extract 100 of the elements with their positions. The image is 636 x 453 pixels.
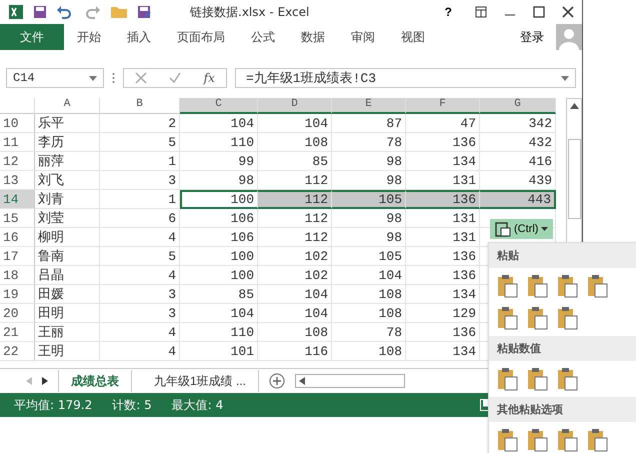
scroll-up-icon[interactable] <box>570 103 578 109</box>
more-options-icon[interactable] <box>112 72 115 84</box>
ribbon-tab[interactable]: 数据 <box>288 24 338 50</box>
clipboard-icon[interactable] <box>587 274 609 298</box>
status-text: 平均值: 179.2 <box>14 396 92 414</box>
table-cell: 3 <box>100 285 180 304</box>
table-cell: 104 <box>332 266 406 285</box>
maximize-icon[interactable] <box>533 6 545 18</box>
save-as-icon[interactable] <box>137 5 151 19</box>
table-cell: 106 <box>180 209 258 228</box>
sign-in-link[interactable]: 登录 <box>514 28 550 46</box>
clipboard-icon[interactable] <box>557 306 579 330</box>
row-header[interactable]: 21 <box>0 323 35 342</box>
caret-icon[interactable] <box>89 76 97 80</box>
clipboard-icon[interactable] <box>587 428 609 452</box>
table-cell: 1 <box>100 152 180 171</box>
table-cell: 85 <box>180 285 258 304</box>
clipboard-icon[interactable] <box>527 274 549 298</box>
row-header[interactable]: 15 <box>0 209 35 228</box>
row-header[interactable]: 14 <box>0 190 35 209</box>
table-cell: 104 <box>180 114 258 133</box>
ribbon-tab[interactable]: 插入 <box>114 24 164 50</box>
table-cell: 108 <box>332 342 406 361</box>
undo-icon[interactable] <box>56 5 74 19</box>
table-cell: 104 <box>258 114 332 133</box>
clipboard-icon[interactable] <box>497 306 519 330</box>
clipboard-icon[interactable] <box>497 428 519 452</box>
table-cell: 2 <box>100 114 180 133</box>
table-cell: 102 <box>258 266 332 285</box>
horizontal-scrollbar[interactable] <box>295 374 406 388</box>
save-icon[interactable] <box>33 5 47 19</box>
column-header[interactable]: G <box>480 98 556 114</box>
row-header[interactable]: 17 <box>0 247 35 266</box>
table-cell: 129 <box>406 304 480 323</box>
table-cell: 王丽 <box>35 323 100 342</box>
column-header[interactable]: E <box>332 98 406 114</box>
table-cell: 108 <box>258 323 332 342</box>
clipboard-icon[interactable] <box>527 428 549 452</box>
row-header[interactable]: 10 <box>0 114 35 133</box>
name-box[interactable]: C14 <box>6 68 104 88</box>
paste-options-button[interactable]: (Ctrl) <box>490 219 554 239</box>
column-header[interactable]: C <box>180 98 258 114</box>
table-cell: 丽萍 <box>35 152 100 171</box>
table-cell: 443 <box>480 190 556 209</box>
table-cell: 112 <box>258 190 332 209</box>
sheet-tab[interactable]: 成绩总表 <box>58 370 132 392</box>
table-cell: 432 <box>480 133 556 152</box>
table-cell: 田媛 <box>35 285 100 304</box>
table-cell: 136 <box>406 323 480 342</box>
clipboard-icon[interactable] <box>557 274 579 298</box>
column-header[interactable]: D <box>258 98 332 114</box>
caret-icon <box>541 227 548 231</box>
row-header[interactable]: 16 <box>0 228 35 247</box>
clipboard-icon[interactable] <box>497 274 519 298</box>
clipboard-icon[interactable] <box>557 367 579 391</box>
formula-field[interactable]: =九年级1班成绩表!C3 <box>235 68 576 88</box>
column-header[interactable]: F <box>406 98 480 114</box>
table-cell: 100 <box>180 190 258 209</box>
clipboard-icon[interactable] <box>497 367 519 391</box>
clipboard-icon[interactable] <box>527 306 549 330</box>
scroll-left-icon[interactable] <box>299 377 306 385</box>
table-cell: 108 <box>332 304 406 323</box>
clipboard-icon[interactable] <box>557 428 579 452</box>
table-cell: 136 <box>406 247 480 266</box>
row-header[interactable]: 11 <box>0 133 35 152</box>
help-button[interactable]: ? <box>438 5 458 19</box>
column-header[interactable]: A <box>35 98 100 114</box>
table-cell: 136 <box>406 266 480 285</box>
ribbon-tab[interactable]: 视图 <box>388 24 438 50</box>
ribbon-tab[interactable]: 文件 <box>0 24 64 50</box>
row-header[interactable]: 19 <box>0 285 35 304</box>
row-header[interactable]: 22 <box>0 342 35 361</box>
table-cell: 刘青 <box>35 190 100 209</box>
table-cell: 104 <box>180 304 258 323</box>
clipboard-icon[interactable] <box>527 367 549 391</box>
checkmark-icon[interactable] <box>169 72 182 84</box>
table-cell: 112 <box>258 209 332 228</box>
table-cell: 5 <box>100 247 180 266</box>
ribbon-display-icon[interactable] <box>475 6 487 18</box>
table-cell: 136 <box>406 133 480 152</box>
ribbon-tab[interactable]: 审阅 <box>338 24 388 50</box>
table-cell: 342 <box>480 114 556 133</box>
ribbon-tab[interactable]: 开始 <box>64 24 114 50</box>
status-text: 计数: 5 <box>112 396 152 414</box>
table-cell: 刘飞 <box>35 171 100 190</box>
table-cell: 131 <box>406 209 480 228</box>
close-icon[interactable] <box>562 6 574 18</box>
insert-function-button[interactable]: fx <box>204 71 215 85</box>
ribbon-tab[interactable]: 公式 <box>238 24 288 50</box>
next-sheet-icon[interactable] <box>42 377 48 385</box>
add-sheet-icon[interactable] <box>269 373 286 389</box>
table-cell: 4 <box>100 323 180 342</box>
table-cell: 108 <box>258 133 332 152</box>
caret-icon[interactable] <box>561 76 569 80</box>
table-cell: 105 <box>332 190 406 209</box>
row-header[interactable]: 18 <box>0 266 35 285</box>
row-header[interactable]: 12 <box>0 152 35 171</box>
row-header[interactable]: 20 <box>0 304 35 323</box>
table-cell: 98 <box>332 209 406 228</box>
ribbon-tab[interactable]: 页面布局 <box>164 24 238 50</box>
